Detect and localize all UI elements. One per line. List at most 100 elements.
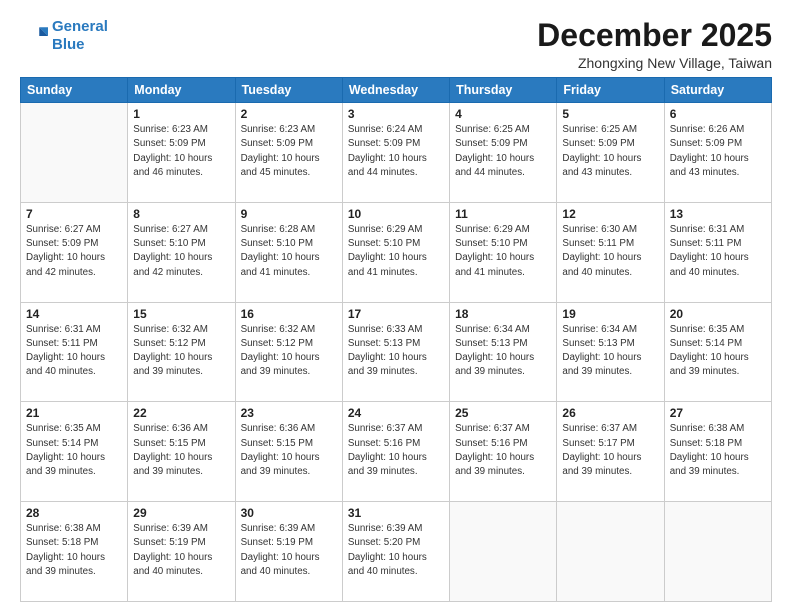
logo-line1: General (52, 18, 108, 35)
day-info: Sunrise: 6:30 AMSunset: 5:11 PMDaylight:… (562, 223, 658, 280)
table-row: 8 Sunrise: 6:27 AMSunset: 5:10 PMDaylight… (128, 202, 235, 302)
day-info: Sunrise: 6:33 AMSunset: 5:13 PMDaylight:… (348, 323, 444, 380)
day-number: 18 (455, 307, 551, 321)
day-number: 7 (26, 207, 122, 221)
table-row: 18 Sunrise: 6:34 AMSunset: 5:13 PMDayligh… (450, 302, 557, 402)
day-info: Sunrise: 6:23 AMSunset: 5:09 PMDaylight:… (241, 123, 337, 180)
table-row: 31Sunrise: 6:39 AMSunset: 5:20 PMDayligh… (342, 502, 449, 602)
table-row: 14 Sunrise: 6:31 AMSunset: 5:11 PMDayligh… (21, 302, 128, 402)
table-row: 1 Sunrise: 6:23 AMSunset: 5:09 PMDaylight… (128, 103, 235, 203)
day-number: 8 (133, 207, 229, 221)
day-number: 6 (670, 107, 766, 121)
day-number: 17 (348, 307, 444, 321)
day-number: 23 (241, 406, 337, 420)
day-info: Sunrise: 6:37 AMSunset: 5:16 PMDaylight:… (348, 422, 444, 479)
calendar-week-row: 21Sunrise: 6:35 AMSunset: 5:14 PMDayligh… (21, 402, 772, 502)
table-row: 24 Sunrise: 6:37 AMSunset: 5:16 PMDayligh… (342, 402, 449, 502)
table-row: 23 Sunrise: 6:36 AMSunset: 5:15 PMDayligh… (235, 402, 342, 502)
table-row (664, 502, 771, 602)
header-sunday: Sunday (21, 78, 128, 103)
table-row: 16Sunrise: 6:32 AMSunset: 5:12 PMDayligh… (235, 302, 342, 402)
table-row: 4Sunrise: 6:25 AMSunset: 5:09 PMDaylight… (450, 103, 557, 203)
day-info: Sunrise: 6:25 AMSunset: 5:09 PMDaylight:… (455, 123, 551, 180)
day-number: 15 (133, 307, 229, 321)
day-number: 1 (133, 107, 229, 121)
table-row (557, 502, 664, 602)
day-number: 26 (562, 406, 658, 420)
day-info: Sunrise: 6:36 AMSunset: 5:15 PMDaylight:… (241, 422, 337, 479)
table-row: 25 Sunrise: 6:37 AMSunset: 5:16 PMDayligh… (450, 402, 557, 502)
day-info: Sunrise: 6:37 AMSunset: 5:16 PMDaylight:… (455, 422, 551, 479)
day-number: 24 (348, 406, 444, 420)
day-info: Sunrise: 6:38 AMSunset: 5:18 PMDaylight:… (670, 422, 766, 479)
logo-line2: Blue (52, 36, 108, 54)
logo: General Blue (20, 18, 108, 54)
day-number: 5 (562, 107, 658, 121)
day-number: 10 (348, 207, 444, 221)
table-row: 20 Sunrise: 6:35 AMSunset: 5:14 PMDayligh… (664, 302, 771, 402)
day-number: 19 (562, 307, 658, 321)
day-info: Sunrise: 6:25 AMSunset: 5:09 PMDaylight:… (562, 123, 658, 180)
calendar-week-row: 7 Sunrise: 6:27 AMSunset: 5:09 PMDaylight… (21, 202, 772, 302)
table-row: 19 Sunrise: 6:34 AMSunset: 5:13 PMDayligh… (557, 302, 664, 402)
day-info: Sunrise: 6:26 AMSunset: 5:09 PMDaylight:… (670, 123, 766, 180)
month-title: December 2025 (537, 18, 772, 53)
day-info: Sunrise: 6:27 AMSunset: 5:09 PMDaylight:… (26, 223, 122, 280)
day-number: 28 (26, 506, 122, 520)
day-number: 31 (348, 506, 444, 520)
header-thursday: Thursday (450, 78, 557, 103)
day-number: 30 (241, 506, 337, 520)
day-info: Sunrise: 6:36 AMSunset: 5:15 PMDaylight:… (133, 422, 229, 479)
day-number: 20 (670, 307, 766, 321)
table-row: 29Sunrise: 6:39 AMSunset: 5:19 PMDayligh… (128, 502, 235, 602)
day-number: 29 (133, 506, 229, 520)
logo-icon (20, 22, 48, 50)
table-row: 7 Sunrise: 6:27 AMSunset: 5:09 PMDaylight… (21, 202, 128, 302)
table-row: 10 Sunrise: 6:29 AMSunset: 5:10 PMDayligh… (342, 202, 449, 302)
table-row: 28Sunrise: 6:38 AMSunset: 5:18 PMDayligh… (21, 502, 128, 602)
day-number: 25 (455, 406, 551, 420)
day-number: 11 (455, 207, 551, 221)
day-info: Sunrise: 6:28 AMSunset: 5:10 PMDaylight:… (241, 223, 337, 280)
table-row: 21Sunrise: 6:35 AMSunset: 5:14 PMDayligh… (21, 402, 128, 502)
day-info: Sunrise: 6:39 AMSunset: 5:19 PMDaylight:… (241, 522, 337, 579)
day-info: Sunrise: 6:32 AMSunset: 5:12 PMDaylight:… (241, 323, 337, 380)
header: General Blue December 2025 Zhongxing New… (20, 18, 772, 71)
day-info: Sunrise: 6:24 AMSunset: 5:09 PMDaylight:… (348, 123, 444, 180)
table-row: 11 Sunrise: 6:29 AMSunset: 5:10 PMDayligh… (450, 202, 557, 302)
day-info: Sunrise: 6:31 AMSunset: 5:11 PMDaylight:… (26, 323, 122, 380)
table-row: 15 Sunrise: 6:32 AMSunset: 5:12 PMDayligh… (128, 302, 235, 402)
header-wednesday: Wednesday (342, 78, 449, 103)
logo-text: General Blue (52, 18, 108, 54)
calendar-week-row: 14 Sunrise: 6:31 AMSunset: 5:11 PMDayligh… (21, 302, 772, 402)
calendar-table: Sunday Monday Tuesday Wednesday Thursday… (20, 77, 772, 602)
day-info: Sunrise: 6:29 AMSunset: 5:10 PMDaylight:… (455, 223, 551, 280)
table-row: 17 Sunrise: 6:33 AMSunset: 5:13 PMDayligh… (342, 302, 449, 402)
day-number: 9 (241, 207, 337, 221)
table-row: 3 Sunrise: 6:24 AMSunset: 5:09 PMDaylight… (342, 103, 449, 203)
day-info: Sunrise: 6:27 AMSunset: 5:10 PMDaylight:… (133, 223, 229, 280)
header-tuesday: Tuesday (235, 78, 342, 103)
header-saturday: Saturday (664, 78, 771, 103)
table-row: 26Sunrise: 6:37 AMSunset: 5:17 PMDayligh… (557, 402, 664, 502)
day-info: Sunrise: 6:29 AMSunset: 5:10 PMDaylight:… (348, 223, 444, 280)
day-info: Sunrise: 6:23 AMSunset: 5:09 PMDaylight:… (133, 123, 229, 180)
day-number: 13 (670, 207, 766, 221)
table-row: 22Sunrise: 6:36 AMSunset: 5:15 PMDayligh… (128, 402, 235, 502)
table-row: 30 Sunrise: 6:39 AMSunset: 5:19 PMDayligh… (235, 502, 342, 602)
day-info: Sunrise: 6:34 AMSunset: 5:13 PMDaylight:… (562, 323, 658, 380)
table-row: 6 Sunrise: 6:26 AMSunset: 5:09 PMDaylight… (664, 103, 771, 203)
day-number: 3 (348, 107, 444, 121)
day-info: Sunrise: 6:35 AMSunset: 5:14 PMDaylight:… (670, 323, 766, 380)
page: General Blue December 2025 Zhongxing New… (0, 0, 792, 612)
day-number: 14 (26, 307, 122, 321)
table-row: 9 Sunrise: 6:28 AMSunset: 5:10 PMDaylight… (235, 202, 342, 302)
header-monday: Monday (128, 78, 235, 103)
day-number: 12 (562, 207, 658, 221)
day-info: Sunrise: 6:34 AMSunset: 5:13 PMDaylight:… (455, 323, 551, 380)
table-row: 12 Sunrise: 6:30 AMSunset: 5:11 PMDayligh… (557, 202, 664, 302)
table-row (21, 103, 128, 203)
day-number: 2 (241, 107, 337, 121)
day-info: Sunrise: 6:31 AMSunset: 5:11 PMDaylight:… (670, 223, 766, 280)
day-info: Sunrise: 6:32 AMSunset: 5:12 PMDaylight:… (133, 323, 229, 380)
